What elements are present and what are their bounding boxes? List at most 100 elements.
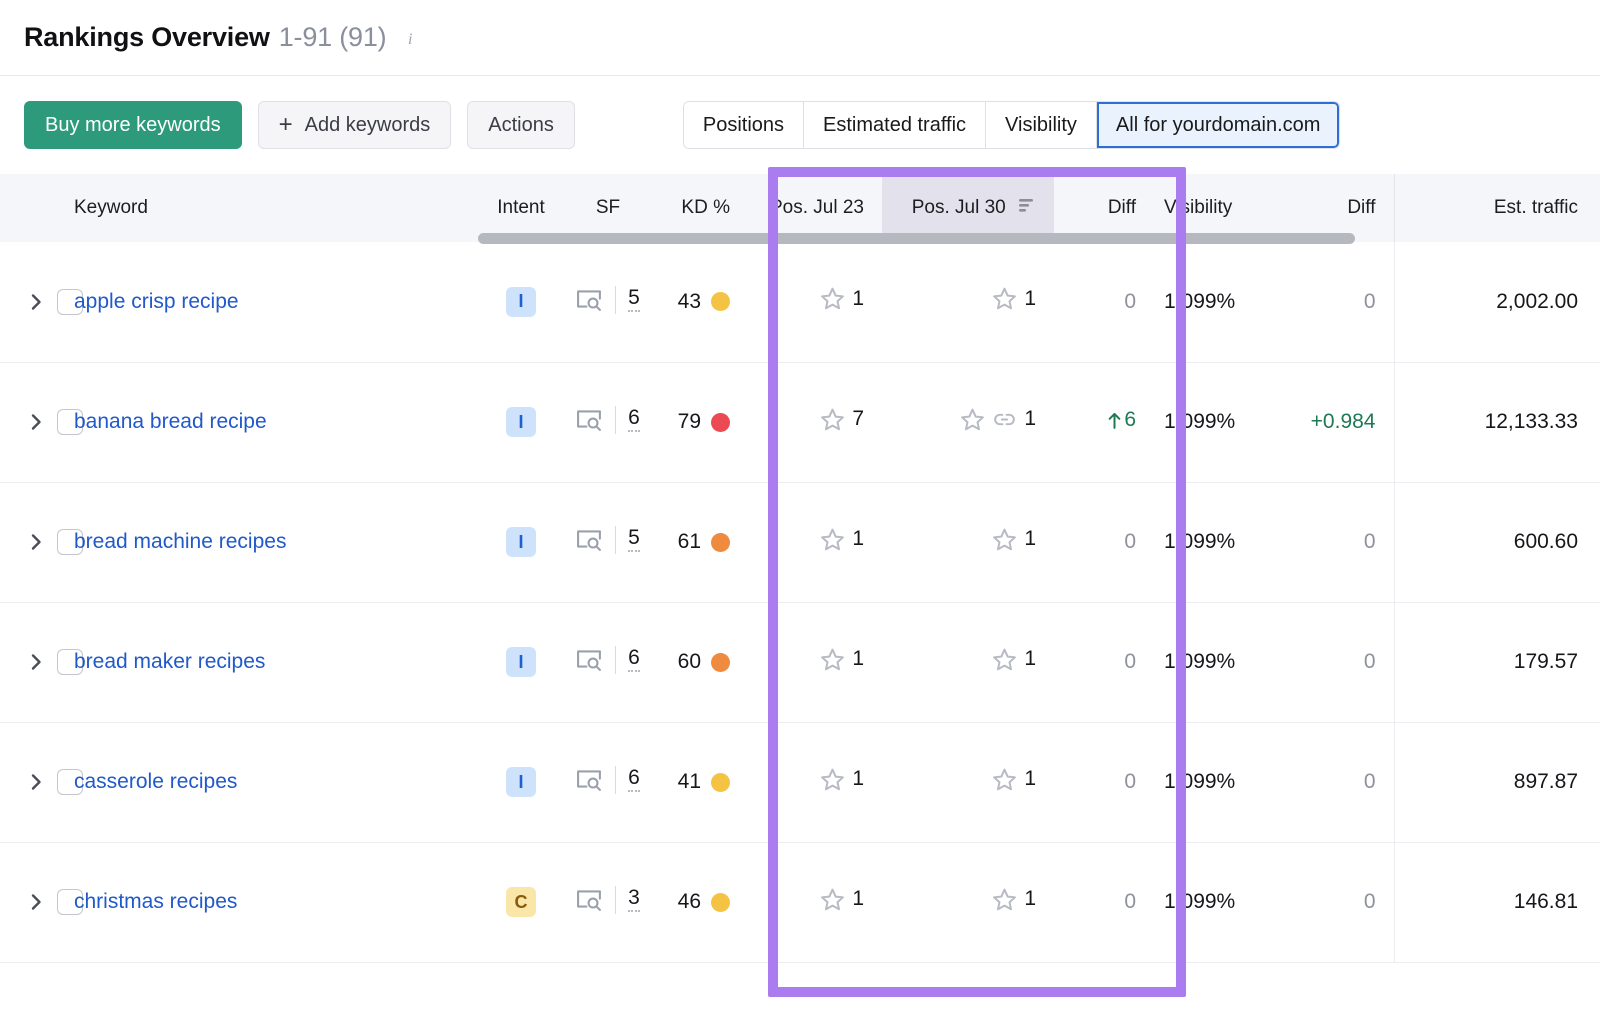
horizontal-scrollbar[interactable] bbox=[478, 233, 1355, 244]
intent-badge[interactable]: I bbox=[506, 407, 536, 437]
column-header-sf[interactable]: SF bbox=[562, 174, 654, 242]
pos-prev-value: 1 bbox=[852, 887, 864, 911]
column-header-visibility[interactable]: Visibility bbox=[1154, 174, 1278, 242]
star-icon bbox=[992, 286, 1017, 311]
intent-badge[interactable]: I bbox=[506, 287, 536, 317]
info-icon[interactable]: i bbox=[403, 29, 421, 47]
column-header-diff-visibility[interactable]: Diff bbox=[1278, 174, 1394, 242]
pos-curr-group: 1 bbox=[992, 647, 1036, 672]
serp-features-icon bbox=[576, 647, 603, 672]
row-head-controls bbox=[0, 889, 62, 915]
pos-curr-group: 1 bbox=[992, 527, 1036, 552]
diff-visibility-cell: +0.984 bbox=[1278, 362, 1394, 482]
intent-badge[interactable]: C bbox=[506, 887, 536, 917]
sf-cell: 6 bbox=[562, 602, 654, 722]
keyword-link[interactable]: christmas recipes bbox=[74, 890, 237, 913]
expand-row-chevron-icon[interactable] bbox=[30, 533, 43, 551]
expand-row-chevron-icon[interactable] bbox=[30, 773, 43, 791]
table-row[interactable]: casserole recipesI6411101.099%0897.87 bbox=[0, 722, 1600, 842]
diff-position-up: 6 bbox=[1107, 408, 1136, 432]
visibility-value: 1.099% bbox=[1164, 890, 1235, 913]
star-icon bbox=[992, 887, 1017, 912]
sf-divider bbox=[615, 646, 616, 674]
expand-row-chevron-icon[interactable] bbox=[30, 413, 43, 431]
pos-curr-value: 1 bbox=[1024, 407, 1036, 431]
table-row[interactable]: banana bread recipeI6797161.099%+0.98412… bbox=[0, 362, 1600, 482]
tab-all-for-domain[interactable]: All for yourdomain.com bbox=[1097, 102, 1340, 148]
sf-group: 3 bbox=[576, 886, 640, 914]
diff-position-value: 0 bbox=[1124, 650, 1136, 673]
sf-value[interactable]: 5 bbox=[628, 527, 640, 552]
expand-row-chevron-icon[interactable] bbox=[30, 293, 43, 311]
pos-prev-cell: 1 bbox=[748, 602, 882, 722]
table-row[interactable]: bread maker recipesI6601101.099%0179.57 bbox=[0, 602, 1600, 722]
visibility-value: 1.099% bbox=[1164, 290, 1235, 313]
column-header-kd[interactable]: KD % bbox=[654, 174, 748, 242]
keyword-cell: casserole recipes bbox=[62, 722, 480, 842]
pos-curr-value: 1 bbox=[1024, 887, 1036, 911]
diff-visibility-value: 0 bbox=[1364, 890, 1376, 913]
intent-cell: C bbox=[480, 842, 562, 962]
keyword-cell: bread maker recipes bbox=[62, 602, 480, 722]
view-mode-segmented-control: Positions Estimated traffic Visibility A… bbox=[683, 101, 1341, 149]
pos-curr-value: 1 bbox=[1024, 647, 1036, 671]
intent-badge[interactable]: I bbox=[506, 527, 536, 557]
sf-value[interactable]: 6 bbox=[628, 647, 640, 672]
pos-prev-group: 1 bbox=[820, 647, 864, 672]
add-keywords-button[interactable]: + Add keywords bbox=[258, 101, 452, 149]
actions-button[interactable]: Actions bbox=[467, 101, 575, 149]
column-header-pos-curr-label: Pos. Jul 30 bbox=[912, 197, 1006, 218]
keyword-link[interactable]: apple crisp recipe bbox=[74, 290, 239, 313]
diff-visibility-value: 0 bbox=[1364, 530, 1376, 553]
intent-badge[interactable]: I bbox=[506, 767, 536, 797]
keyword-link[interactable]: banana bread recipe bbox=[74, 410, 267, 433]
pos-curr-value: 1 bbox=[1024, 287, 1036, 311]
diff-position-cell: 6 bbox=[1054, 362, 1154, 482]
column-header-pos-prev[interactable]: Pos. Jul 23 bbox=[748, 174, 882, 242]
visibility-value: 1.099% bbox=[1164, 410, 1235, 433]
sf-value[interactable]: 5 bbox=[628, 287, 640, 312]
pos-prev-value: 1 bbox=[852, 287, 864, 311]
tab-visibility[interactable]: Visibility bbox=[986, 102, 1097, 148]
diff-position-value: 0 bbox=[1124, 530, 1136, 553]
sort-descending-icon[interactable] bbox=[1019, 197, 1036, 219]
visibility-cell: 1.099% bbox=[1154, 722, 1278, 842]
column-header-pos-curr[interactable]: Pos. Jul 30 bbox=[882, 174, 1054, 242]
kd-difficulty-dot bbox=[711, 893, 730, 912]
table-row[interactable]: christmas recipesC3461101.099%0146.81 bbox=[0, 842, 1600, 962]
row-head-controls bbox=[0, 289, 62, 315]
sf-value[interactable]: 6 bbox=[628, 767, 640, 792]
kd-group: 79 bbox=[678, 410, 730, 434]
pos-curr-cell: 1 bbox=[882, 482, 1054, 602]
keyword-link[interactable]: bread machine recipes bbox=[74, 530, 286, 553]
diff-visibility-cell: 0 bbox=[1278, 842, 1394, 962]
intent-badge[interactable]: I bbox=[506, 647, 536, 677]
column-header-diff-position[interactable]: Diff bbox=[1054, 174, 1154, 242]
expand-row-chevron-icon[interactable] bbox=[30, 653, 43, 671]
sf-cell: 5 bbox=[562, 482, 654, 602]
column-header-keyword[interactable]: Keyword bbox=[62, 174, 480, 242]
tab-positions[interactable]: Positions bbox=[684, 102, 804, 148]
expand-row-chevron-icon[interactable] bbox=[30, 893, 43, 911]
est-traffic-cell: 179.57 bbox=[1394, 602, 1600, 722]
keyword-cell: banana bread recipe bbox=[62, 362, 480, 482]
diff-position-value: 6 bbox=[1124, 408, 1136, 432]
keyword-cell: apple crisp recipe bbox=[62, 242, 480, 362]
pos-curr-group: 1 bbox=[992, 286, 1036, 311]
star-icon bbox=[820, 647, 845, 672]
sf-value[interactable]: 6 bbox=[628, 407, 640, 432]
keyword-link[interactable]: casserole recipes bbox=[74, 770, 237, 793]
table-row[interactable]: bread machine recipesI5611101.099%0600.6… bbox=[0, 482, 1600, 602]
serp-features-icon bbox=[576, 767, 603, 792]
pos-curr-group: 1 bbox=[992, 887, 1036, 912]
column-header-est-traffic[interactable]: Est. traffic bbox=[1394, 174, 1600, 242]
star-icon bbox=[820, 286, 845, 311]
table-row[interactable]: apple crisp recipeI5431101.099%02,002.00 bbox=[0, 242, 1600, 362]
sf-value[interactable]: 3 bbox=[628, 887, 640, 912]
kd-cell: 61 bbox=[654, 482, 748, 602]
column-header-intent[interactable]: Intent bbox=[480, 174, 562, 242]
keyword-link[interactable]: bread maker recipes bbox=[74, 650, 265, 673]
buy-more-keywords-button[interactable]: Buy more keywords bbox=[24, 101, 242, 149]
tab-estimated-traffic[interactable]: Estimated traffic bbox=[804, 102, 986, 148]
est-traffic-value: 897.87 bbox=[1514, 770, 1578, 793]
